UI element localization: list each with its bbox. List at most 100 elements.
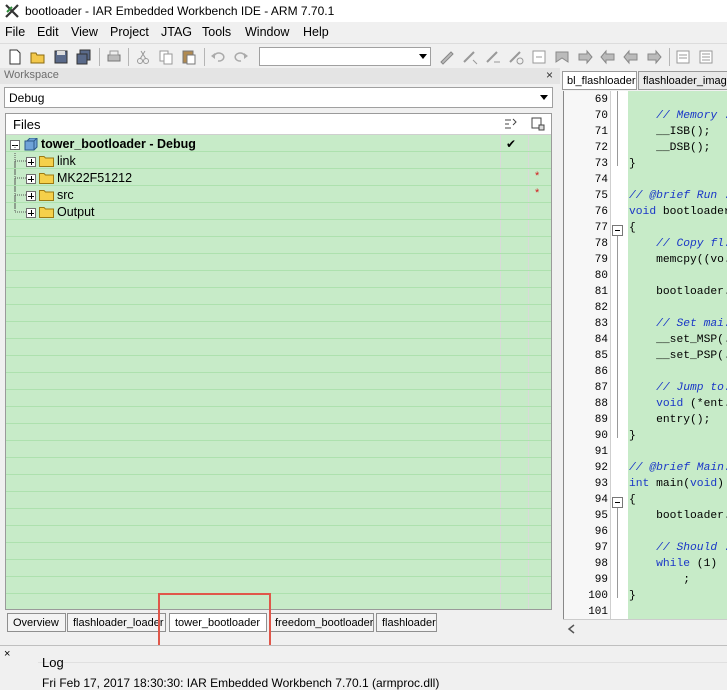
close-icon[interactable]: × bbox=[546, 68, 553, 82]
line-number: 88 bbox=[594, 398, 608, 410]
menu-project[interactable]: Project bbox=[110, 25, 149, 39]
undo-icon[interactable] bbox=[209, 48, 227, 66]
make-icon[interactable] bbox=[697, 48, 715, 66]
code-line[interactable]: // @brief Run ... bbox=[629, 190, 727, 202]
title-bar: bootloader - IAR Embedded Workbench IDE … bbox=[0, 0, 727, 22]
line-number: 89 bbox=[594, 414, 608, 426]
code-line[interactable]: // Memory ... bbox=[629, 110, 727, 122]
navigate-forward-icon[interactable] bbox=[645, 48, 663, 66]
source-control-icon[interactable] bbox=[530, 116, 546, 132]
code-line[interactable]: // Set mai... bbox=[629, 318, 727, 330]
line-number: 82 bbox=[594, 302, 608, 314]
paste-icon[interactable] bbox=[180, 48, 198, 66]
navigate-back-icon[interactable] bbox=[622, 48, 640, 66]
code-line[interactable]: while (1) bbox=[629, 558, 717, 570]
row-gridline bbox=[6, 338, 551, 339]
code-line[interactable]: __ISB(); bbox=[629, 126, 710, 138]
menu-tools[interactable]: Tools bbox=[202, 25, 231, 39]
next-bookmark-icon[interactable] bbox=[576, 48, 594, 66]
horizontal-scrollbar[interactable] bbox=[563, 619, 727, 638]
code-line[interactable]: __set_PSP(... bbox=[629, 350, 727, 362]
fold-collapse-icon[interactable] bbox=[612, 497, 623, 508]
code-line[interactable]: // Should ... bbox=[629, 542, 727, 554]
code-line[interactable]: bootloader... bbox=[629, 510, 727, 522]
code-line[interactable]: __DSB(); bbox=[629, 142, 710, 154]
code-line[interactable]: bootloader... bbox=[629, 286, 727, 298]
menu-help[interactable]: Help bbox=[303, 25, 329, 39]
close-icon[interactable]: × bbox=[4, 648, 10, 660]
row-gridline bbox=[6, 253, 551, 254]
tree-label-link: link bbox=[57, 154, 76, 168]
line-number: 86 bbox=[594, 366, 608, 378]
menu-window[interactable]: Window bbox=[245, 25, 289, 39]
row-gridline bbox=[6, 321, 551, 322]
code-line[interactable]: { bbox=[629, 222, 636, 234]
code-line[interactable]: void (*ent... bbox=[629, 398, 727, 410]
row-gridline bbox=[6, 508, 551, 509]
line-number: 79 bbox=[594, 254, 608, 266]
tab-freedom-bootloader[interactable]: freedom_bootloader bbox=[269, 613, 374, 632]
modified-mark: * bbox=[535, 187, 540, 199]
scroll-left-icon[interactable] bbox=[567, 624, 577, 634]
configuration-select[interactable]: Debug bbox=[4, 87, 553, 108]
toggle-bookmark-icon[interactable] bbox=[553, 48, 571, 66]
save-icon[interactable] bbox=[52, 48, 70, 66]
go-to-icon[interactable] bbox=[530, 48, 548, 66]
iar-app-icon[interactable] bbox=[4, 3, 20, 19]
toolbar-separator bbox=[204, 48, 205, 66]
build-status-icon[interactable] bbox=[502, 116, 518, 132]
tab-overview[interactable]: Overview bbox=[7, 613, 66, 632]
code-line[interactable]: __set_MSP(... bbox=[629, 334, 727, 346]
open-folder-icon[interactable] bbox=[29, 48, 47, 66]
chevron-down-icon[interactable] bbox=[419, 54, 427, 59]
find-combo-box[interactable] bbox=[259, 47, 431, 66]
find-previous-icon[interactable] bbox=[461, 48, 479, 66]
tab-flashloader-image[interactable]: flashloader_image bbox=[638, 71, 727, 90]
checkmark-icon: ✔ bbox=[506, 137, 517, 151]
code-editor[interactable]: 69 70 71 72 73 74 75 76 77 78 79 80 81 82 83 84 85 86 87 88… bbox=[563, 91, 727, 619]
code-line[interactable]: // Copy fl... bbox=[629, 238, 727, 250]
find-in-files-icon[interactable] bbox=[507, 48, 525, 66]
toggle-breakpoint-icon[interactable] bbox=[438, 48, 456, 66]
tree-label-src: src bbox=[57, 188, 74, 202]
code-line[interactable]: { bbox=[629, 494, 636, 506]
tree-label-output: Output bbox=[57, 205, 95, 219]
code-line[interactable]: // @brief Main... bbox=[629, 462, 727, 474]
copy-icon[interactable] bbox=[157, 48, 175, 66]
menu-view[interactable]: View bbox=[71, 25, 98, 39]
row-gridline bbox=[6, 559, 551, 560]
compile-icon[interactable] bbox=[674, 48, 692, 66]
save-all-icon[interactable] bbox=[75, 48, 93, 66]
line-number-gutter: 69 70 71 72 73 74 75 76 77 78 79 80 81 82 83 84 85 86 87 88… bbox=[564, 91, 611, 619]
code-line[interactable]: } bbox=[629, 430, 636, 442]
code-line[interactable]: void bootloader... bbox=[629, 206, 727, 218]
row-gridline bbox=[6, 202, 551, 203]
code-line[interactable]: entry(); bbox=[629, 414, 710, 426]
menu-edit[interactable]: Edit bbox=[37, 25, 59, 39]
code-line[interactable]: } bbox=[629, 590, 636, 602]
code-line[interactable]: } bbox=[629, 158, 636, 170]
new-file-icon[interactable] bbox=[6, 48, 24, 66]
code-line[interactable]: ; bbox=[629, 574, 690, 586]
line-number: 85 bbox=[594, 350, 608, 362]
files-column-header[interactable]: Files bbox=[13, 117, 40, 132]
folder-icon bbox=[39, 173, 54, 184]
menu-file[interactable]: File bbox=[5, 25, 25, 39]
code-line[interactable]: memcpy((vo... bbox=[629, 254, 727, 266]
tab-flashloader[interactable]: flashloader bbox=[376, 613, 437, 632]
previous-bookmark-icon[interactable] bbox=[599, 48, 617, 66]
fold-collapse-icon[interactable] bbox=[612, 225, 623, 236]
tab-bl-flashloader[interactable]: bl_flashloader bbox=[562, 71, 637, 90]
expand-icon[interactable] bbox=[26, 208, 36, 218]
print-icon[interactable] bbox=[105, 48, 123, 66]
row-gridline bbox=[6, 304, 551, 305]
log-divider bbox=[38, 662, 727, 663]
find-next-icon[interactable] bbox=[484, 48, 502, 66]
code-line[interactable]: int main(void) bbox=[629, 478, 724, 490]
menu-jtag[interactable]: JTAG bbox=[161, 25, 192, 39]
cut-icon[interactable] bbox=[134, 48, 152, 66]
code-line[interactable]: // Jump to... bbox=[629, 382, 727, 394]
tab-flashloader-loader[interactable]: flashloader_loader bbox=[67, 613, 166, 632]
chevron-down-icon[interactable] bbox=[540, 95, 548, 100]
redo-icon[interactable] bbox=[232, 48, 250, 66]
